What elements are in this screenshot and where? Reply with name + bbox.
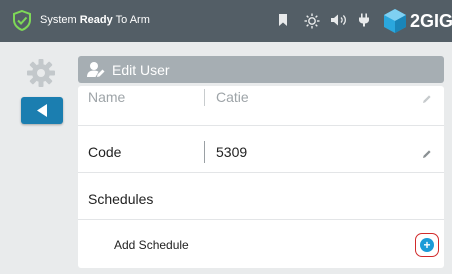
status-bar: System Ready To Arm 2GIG bbox=[0, 0, 452, 42]
brand-logo: 2GIG bbox=[378, 6, 452, 39]
schedules-row: Schedules bbox=[78, 173, 444, 220]
code-value[interactable]: 5309 bbox=[216, 144, 247, 160]
name-field-row[interactable]: Name Catie bbox=[78, 86, 444, 126]
add-schedule-label: Add Schedule bbox=[114, 238, 189, 252]
schedules-heading: Schedules bbox=[88, 191, 154, 207]
system-status-text: System Ready To Arm bbox=[40, 14, 150, 26]
logo-cube-icon bbox=[382, 8, 408, 39]
page-title-bar: Edit User bbox=[78, 56, 444, 83]
gear-icon bbox=[26, 59, 56, 92]
user-edit-icon bbox=[87, 61, 105, 83]
name-label: Name bbox=[88, 89, 126, 105]
edit-user-form: Name Catie Code 5309 Schedules Add Sched… bbox=[78, 86, 444, 268]
plug-icon bbox=[358, 13, 370, 32]
speaker-icon[interactable] bbox=[330, 13, 348, 32]
bookmark-icon[interactable] bbox=[278, 13, 288, 32]
field-divider bbox=[204, 89, 205, 106]
add-schedule-row[interactable]: Add Schedule + bbox=[78, 220, 444, 267]
shield-check-icon bbox=[12, 9, 32, 36]
pencil-icon[interactable] bbox=[422, 91, 432, 109]
pencil-icon[interactable] bbox=[422, 146, 432, 164]
status-state: Ready bbox=[79, 14, 113, 26]
code-field-row[interactable]: Code 5309 bbox=[78, 126, 444, 173]
sun-icon[interactable] bbox=[304, 13, 320, 34]
page-title: Edit User bbox=[112, 62, 170, 78]
name-value[interactable]: Catie bbox=[216, 89, 249, 105]
settings-button[interactable] bbox=[26, 58, 56, 93]
plus-icon: + bbox=[423, 238, 431, 252]
add-schedule-button[interactable]: + bbox=[420, 238, 434, 252]
add-schedule-highlight: + bbox=[415, 233, 439, 257]
brand-name: 2GIG bbox=[410, 11, 452, 31]
field-divider bbox=[204, 141, 205, 163]
back-button[interactable] bbox=[21, 97, 63, 124]
code-label: Code bbox=[88, 144, 122, 160]
